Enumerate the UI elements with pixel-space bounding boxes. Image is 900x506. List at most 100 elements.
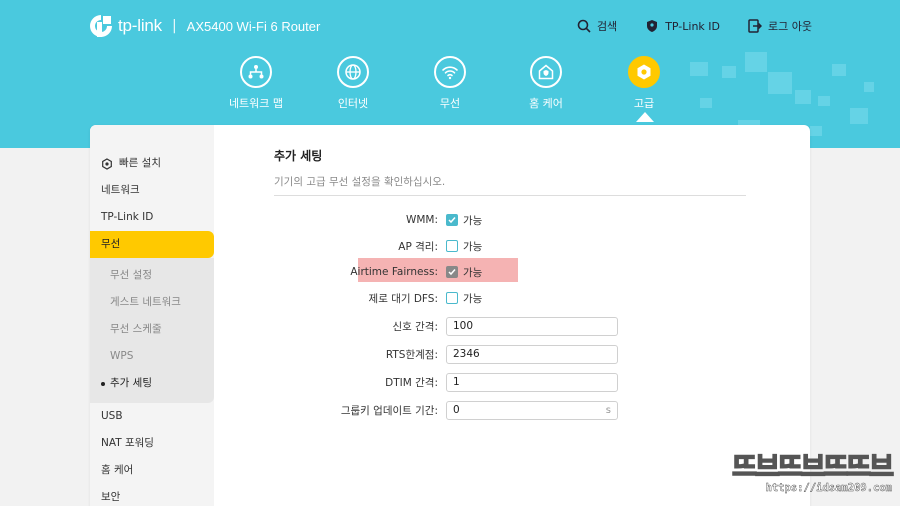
- submenu-item-label: 무선 스케줄: [110, 323, 162, 335]
- nav-home-care[interactable]: 홈 케어: [501, 56, 591, 111]
- nav-icon-circle: [240, 56, 272, 88]
- submenu-item-additional-settings[interactable]: 추가 세팅: [90, 370, 214, 397]
- sidebar-item-label: TP-Link ID: [101, 211, 154, 223]
- settings-panel: 빠른 설치 네트워크 TP-Link ID 무선 무선 설정 게스트 네트워크 …: [90, 125, 810, 506]
- sidebar-item-label: 홈 케어: [101, 464, 134, 476]
- setting-label: DTIM 간격:: [385, 376, 438, 389]
- checkbox-label: 가능: [463, 240, 483, 253]
- active-nav-caret: [636, 112, 654, 122]
- input-value: 2346: [453, 348, 480, 360]
- search-icon: [577, 19, 591, 33]
- logout-icon: [748, 19, 763, 33]
- sidebar-item-usb[interactable]: USB: [90, 403, 214, 430]
- nav-label: 무선: [439, 97, 461, 110]
- setting-row-zero-wait-dfs: 제로 대기 DFS: 가능: [274, 286, 746, 310]
- beacon-interval-input[interactable]: 100: [446, 316, 618, 336]
- setting-row-group-key-update: 그룹키 업데이트 기간: 0s: [274, 398, 746, 422]
- setting-label: WMM:: [405, 214, 438, 226]
- sidebar-item-quick-setup[interactable]: 빠른 설치: [90, 150, 214, 177]
- nav-label: 고급: [633, 97, 655, 110]
- watermark: 뜨브뜨브뜨뜨브 https://idsam209.com: [731, 452, 894, 494]
- zero-wait-dfs-checkbox[interactable]: [446, 292, 458, 304]
- nav-internet[interactable]: 인터넷: [308, 56, 398, 111]
- submenu-item-wireless-schedule[interactable]: 무선 스케줄: [90, 316, 214, 343]
- logout-label: 로그 아웃: [768, 20, 812, 33]
- input-value: 0: [453, 404, 460, 416]
- wmm-checkbox[interactable]: [446, 214, 458, 226]
- checkbox-label: 가능: [463, 214, 483, 227]
- sidebar-item-label: 네트워크: [101, 184, 140, 196]
- top-bar: tp-link | AX5400 Wi-Fi 6 Router 검색 TP-Li…: [0, 0, 900, 56]
- brand-name: tp-link: [118, 16, 162, 35]
- dtim-interval-input[interactable]: 1: [446, 372, 618, 392]
- tplink-id-label: TP-Link ID: [665, 19, 721, 33]
- nav-icon-circle: [434, 56, 466, 88]
- router-model: AX5400 Wi-Fi 6 Router: [186, 18, 321, 34]
- input-value: 100: [453, 320, 474, 332]
- current-dot: [101, 381, 105, 386]
- ap-isolation-checkbox[interactable]: [446, 240, 458, 252]
- main-nav: 네트워크 맵 인터넷 무선 홈 케어 고급: [0, 56, 900, 116]
- brand-separator: |: [171, 18, 177, 34]
- sidebar-item-label: USB: [101, 410, 123, 422]
- wireless-submenu: 무선 설정 게스트 네트워크 무선 스케줄 WPS 추가 세팅: [90, 258, 214, 403]
- setting-label: AP 격리:: [398, 240, 438, 253]
- submenu-item-label: 추가 세팅: [110, 377, 152, 389]
- gear-icon: [637, 64, 651, 80]
- submenu-item-wps[interactable]: WPS: [90, 343, 214, 370]
- nav-advanced[interactable]: 고급: [599, 56, 689, 111]
- check-icon: [448, 217, 456, 224]
- setting-label: 제로 대기 DFS:: [368, 292, 438, 305]
- submenu-item-label: 게스트 네트워크: [110, 296, 181, 308]
- sidebar-item-label: 보안: [101, 491, 121, 503]
- sidebar: 빠른 설치 네트워크 TP-Link ID 무선 무선 설정 게스트 네트워크 …: [90, 125, 214, 506]
- group-key-update-input[interactable]: 0s: [446, 400, 618, 420]
- tplink-id-button[interactable]: TP-Link ID: [645, 18, 720, 34]
- input-unit: s: [605, 404, 611, 416]
- nav-icon-circle: [628, 56, 660, 88]
- sidebar-item-label: 무선: [101, 238, 121, 250]
- airtime-fairness-checkbox[interactable]: [446, 266, 458, 278]
- checkbox-label: 가능: [463, 266, 483, 279]
- network-map-icon: [248, 65, 264, 79]
- nav-label: 네트워크 맵: [228, 97, 284, 110]
- wifi-icon: [442, 66, 458, 80]
- sidebar-item-home-care[interactable]: 홈 케어: [90, 457, 214, 484]
- watermark-text: 뜨브뜨브뜨뜨브: [731, 452, 894, 483]
- globe-icon: [345, 64, 361, 80]
- setting-row-dtim-interval: DTIM 간격: 1: [274, 370, 746, 394]
- nav-icon-circle: [337, 56, 369, 88]
- sidebar-item-network[interactable]: 네트워크: [90, 177, 214, 204]
- content-header: 추가 세팅 기기의 고급 무선 설정을 확인하십시오.: [274, 147, 746, 196]
- nav-label: 홈 케어: [529, 97, 563, 110]
- checkbox-label: 가능: [463, 292, 483, 305]
- page-title: 추가 세팅: [274, 149, 323, 163]
- setting-label: RTS한계점:: [385, 348, 438, 361]
- sidebar-item-security[interactable]: 보안: [90, 484, 214, 506]
- check-icon: [448, 269, 456, 276]
- sidebar-item-tplink-id[interactable]: TP-Link ID: [90, 204, 214, 231]
- setting-row-rts-threshold: RTS한계점: 2346: [274, 342, 746, 366]
- submenu-item-guest-network[interactable]: 게스트 네트워크: [90, 289, 214, 316]
- submenu-item-wireless-settings[interactable]: 무선 설정: [90, 262, 214, 289]
- rts-threshold-input[interactable]: 2346: [446, 344, 618, 364]
- watermark-url: https://idsam209.com: [765, 482, 892, 494]
- tp-link-logo-icon: [88, 13, 114, 39]
- nav-label: 인터넷: [337, 97, 369, 110]
- setting-label: 신호 간격:: [392, 320, 438, 333]
- quick-setup-icon: [102, 157, 112, 170]
- submenu-item-label: 무선 설정: [110, 269, 152, 281]
- submenu-item-label: WPS: [110, 350, 134, 362]
- decor-square: [810, 126, 822, 136]
- logout-button[interactable]: 로그 아웃: [748, 18, 812, 34]
- search-button[interactable]: 검색: [577, 18, 617, 34]
- sidebar-item-nat-forwarding[interactable]: NAT 포워딩: [90, 430, 214, 457]
- setting-row-ap-isolation: AP 격리: 가능: [274, 234, 746, 258]
- user-shield-icon: [647, 20, 658, 32]
- nav-network-map[interactable]: 네트워크 맵: [211, 56, 301, 111]
- brand-logo[interactable]: tp-link | AX5400 Wi-Fi 6 Router: [88, 13, 320, 39]
- setting-row-airtime-fairness: Airtime Fairness: 가능: [274, 260, 746, 284]
- sidebar-item-wireless[interactable]: 무선: [90, 231, 214, 258]
- nav-wireless[interactable]: 무선: [405, 56, 495, 111]
